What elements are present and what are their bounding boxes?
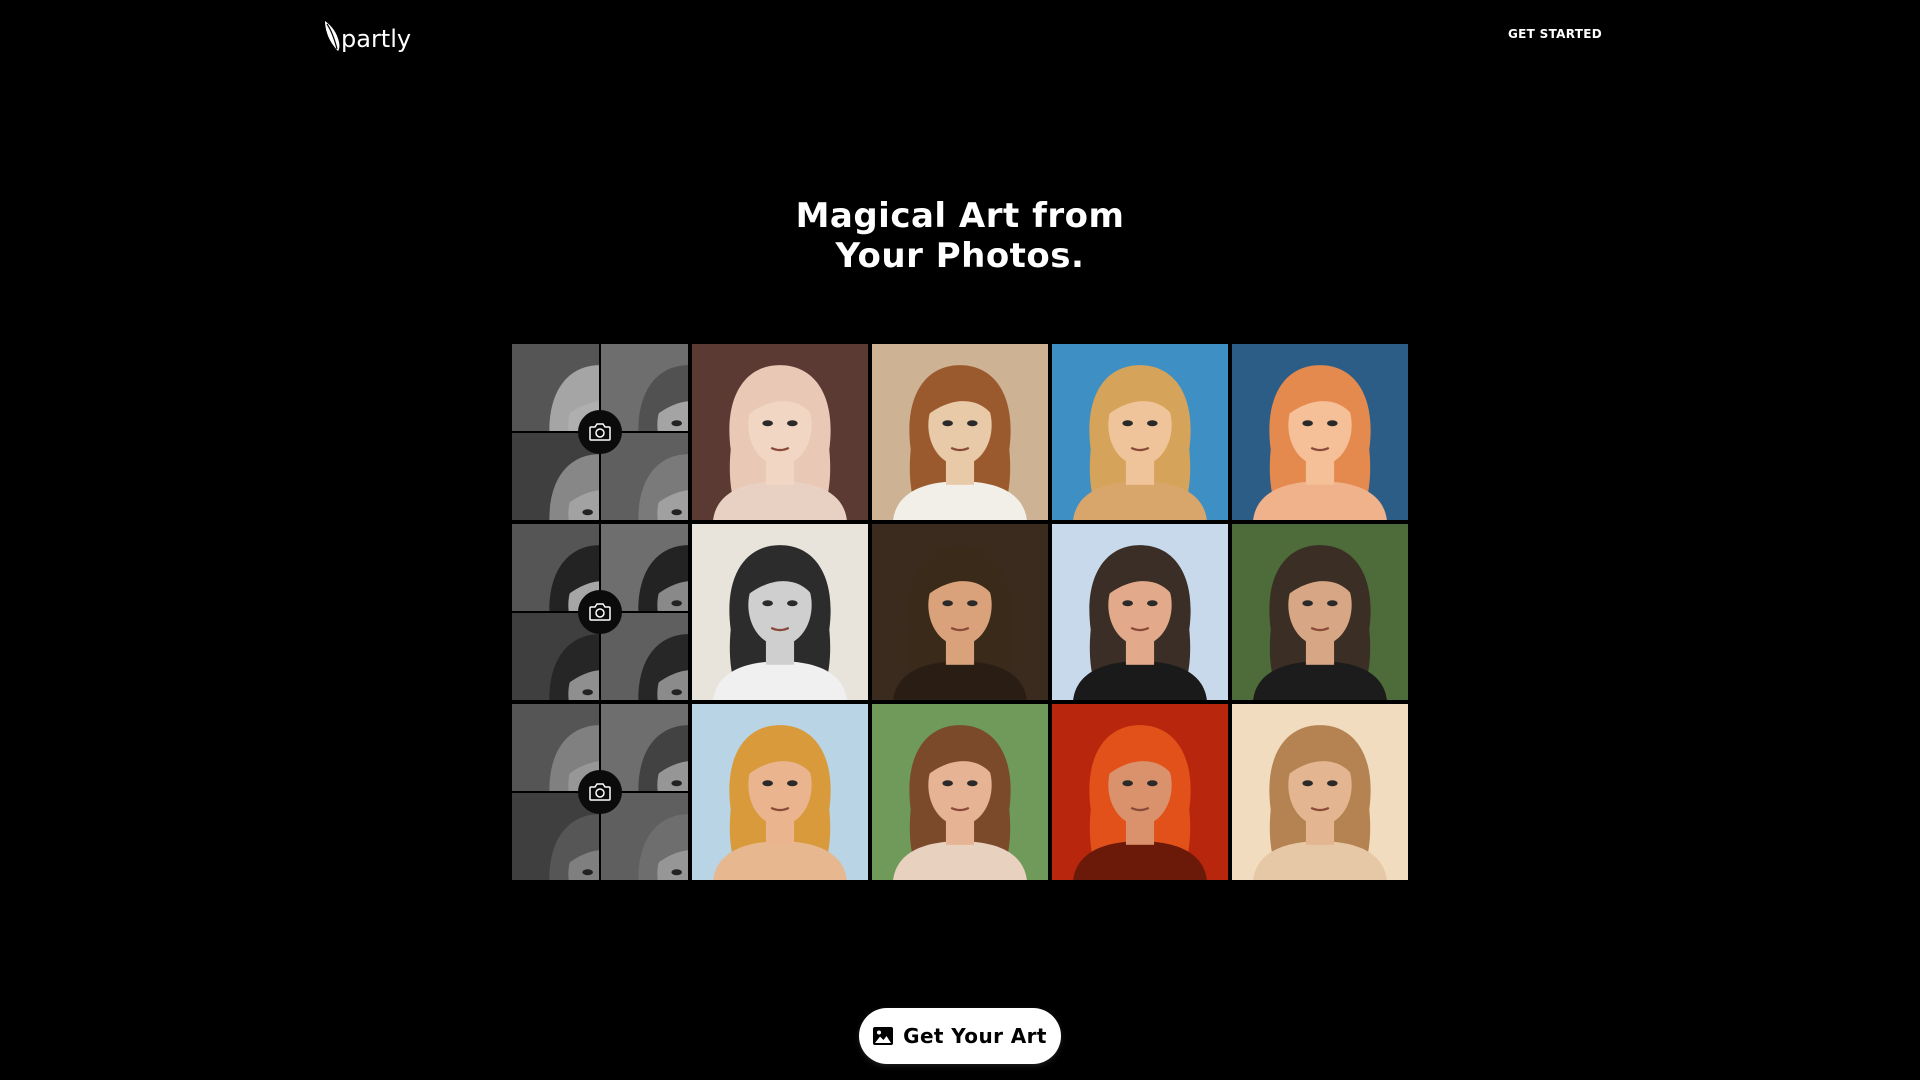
- hero-title: Magical Art from Your Photos.: [660, 196, 1260, 276]
- portrait-image: [692, 704, 868, 880]
- art-portrait-warm-sepia[interactable]: [1232, 704, 1408, 880]
- get-started-link[interactable]: GET STARTED: [1505, 24, 1605, 44]
- portrait-image: [1232, 704, 1408, 880]
- art-portrait-desert-flower[interactable]: [1052, 344, 1228, 520]
- portrait-image: [872, 344, 1048, 520]
- art-portrait-winter-snow[interactable]: [1052, 524, 1228, 700]
- art-portrait-fire[interactable]: [1052, 704, 1228, 880]
- portrait-image: [872, 704, 1048, 880]
- portrait-image: [1052, 704, 1228, 880]
- art-portrait-ink-charcoal[interactable]: [692, 524, 868, 700]
- source-photos-tile[interactable]: [512, 524, 688, 700]
- get-your-art-label: Get Your Art: [903, 1024, 1047, 1048]
- source-photos-tile[interactable]: [512, 344, 688, 520]
- portrait-image: [1052, 344, 1228, 520]
- portrait-image: [1232, 524, 1408, 700]
- camera-icon: [578, 410, 622, 454]
- page: partly GET STARTED Magical Art from Your…: [0, 0, 1920, 1080]
- art-portrait-soft-pink-painted[interactable]: [692, 344, 868, 520]
- image-icon: [873, 1027, 894, 1045]
- portrait-image: [1232, 344, 1408, 520]
- art-gallery-grid: [512, 344, 1408, 880]
- logo-text: partly: [341, 25, 412, 53]
- hero-title-line-2: Your Photos.: [835, 236, 1085, 276]
- site-header: partly GET STARTED: [0, 0, 1920, 70]
- get-your-art-button[interactable]: Get Your Art: [859, 1008, 1061, 1064]
- portrait-image: [692, 524, 868, 700]
- art-portrait-golden-watercolor[interactable]: [692, 704, 868, 880]
- portrait-image: [692, 344, 868, 520]
- art-portrait-steampunk[interactable]: [872, 524, 1048, 700]
- camera-icon: [578, 770, 622, 814]
- art-portrait-forest-leaves[interactable]: [1232, 524, 1408, 700]
- hero-title-line-1: Magical Art from: [795, 196, 1125, 236]
- art-portrait-cartoon-blue[interactable]: [1232, 344, 1408, 520]
- camera-icon: [578, 590, 622, 634]
- art-portrait-floral-green[interactable]: [872, 704, 1048, 880]
- portrait-image: [1052, 524, 1228, 700]
- source-photos-tile[interactable]: [512, 704, 688, 880]
- art-portrait-sepia-sketch[interactable]: [872, 344, 1048, 520]
- logo-link[interactable]: partly: [323, 18, 411, 52]
- portrait-image: [872, 524, 1048, 700]
